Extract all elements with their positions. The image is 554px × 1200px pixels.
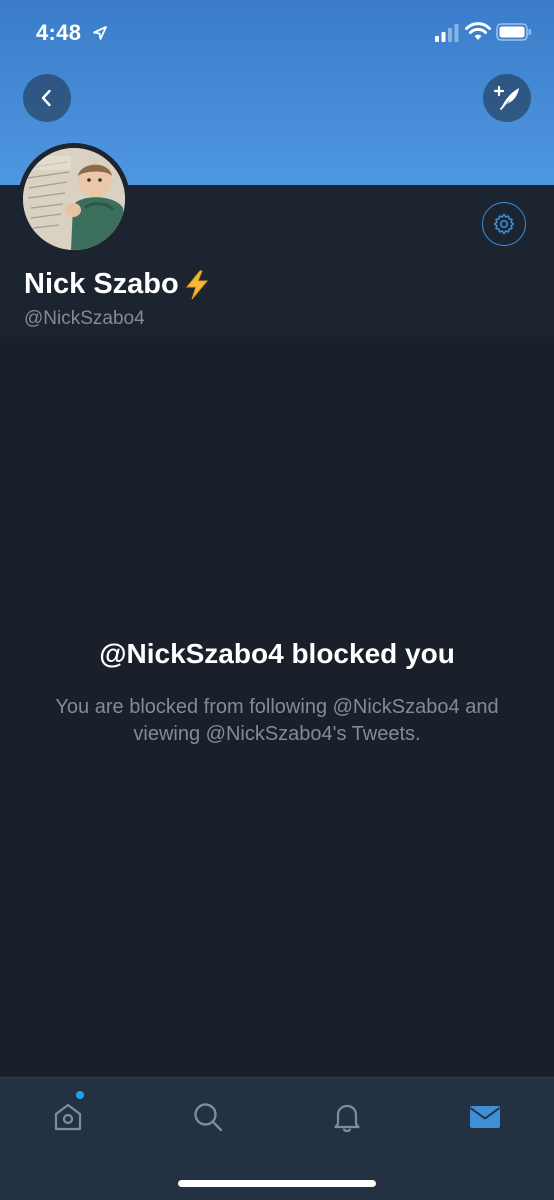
status-time: 4:48 [36, 20, 82, 45]
status-bar: 4:48 [0, 0, 554, 64]
bell-icon [334, 1104, 360, 1133]
compose-tweet-button[interactable] [483, 74, 531, 122]
wifi-icon [465, 22, 491, 40]
battery-icon [496, 23, 531, 41]
profile-name-text: Nick Szabo [24, 268, 179, 300]
tab-home[interactable] [48, 1097, 88, 1137]
profile-name: Nick Szabo [24, 268, 211, 301]
chevron-left-icon [41, 89, 51, 107]
location-arrow-icon [93, 26, 107, 40]
avatar-image [23, 148, 125, 250]
mail-icon [469, 1106, 501, 1128]
back-button[interactable] [23, 74, 71, 122]
avatar[interactable] [18, 143, 130, 255]
tab-search[interactable] [188, 1097, 228, 1137]
tab-notifications[interactable] [327, 1097, 367, 1137]
search-icon [194, 1103, 223, 1132]
blocked-title: @NickSzabo4 blocked you [99, 638, 455, 669]
blocked-description: You are blocked from following @NickSzab… [55, 696, 499, 745]
lightning-bolt-icon [185, 270, 208, 299]
gear-icon [493, 213, 515, 235]
home-icon [54, 1103, 82, 1131]
settings-button[interactable] [482, 202, 526, 246]
home-notification-dot [76, 1091, 84, 1099]
profile-handle: @NickSzabo4 [24, 308, 145, 329]
compose-tweet-icon [493, 85, 519, 110]
home-indicator [178, 1180, 376, 1187]
tab-messages[interactable] [465, 1097, 505, 1137]
signal-icon [435, 24, 459, 42]
